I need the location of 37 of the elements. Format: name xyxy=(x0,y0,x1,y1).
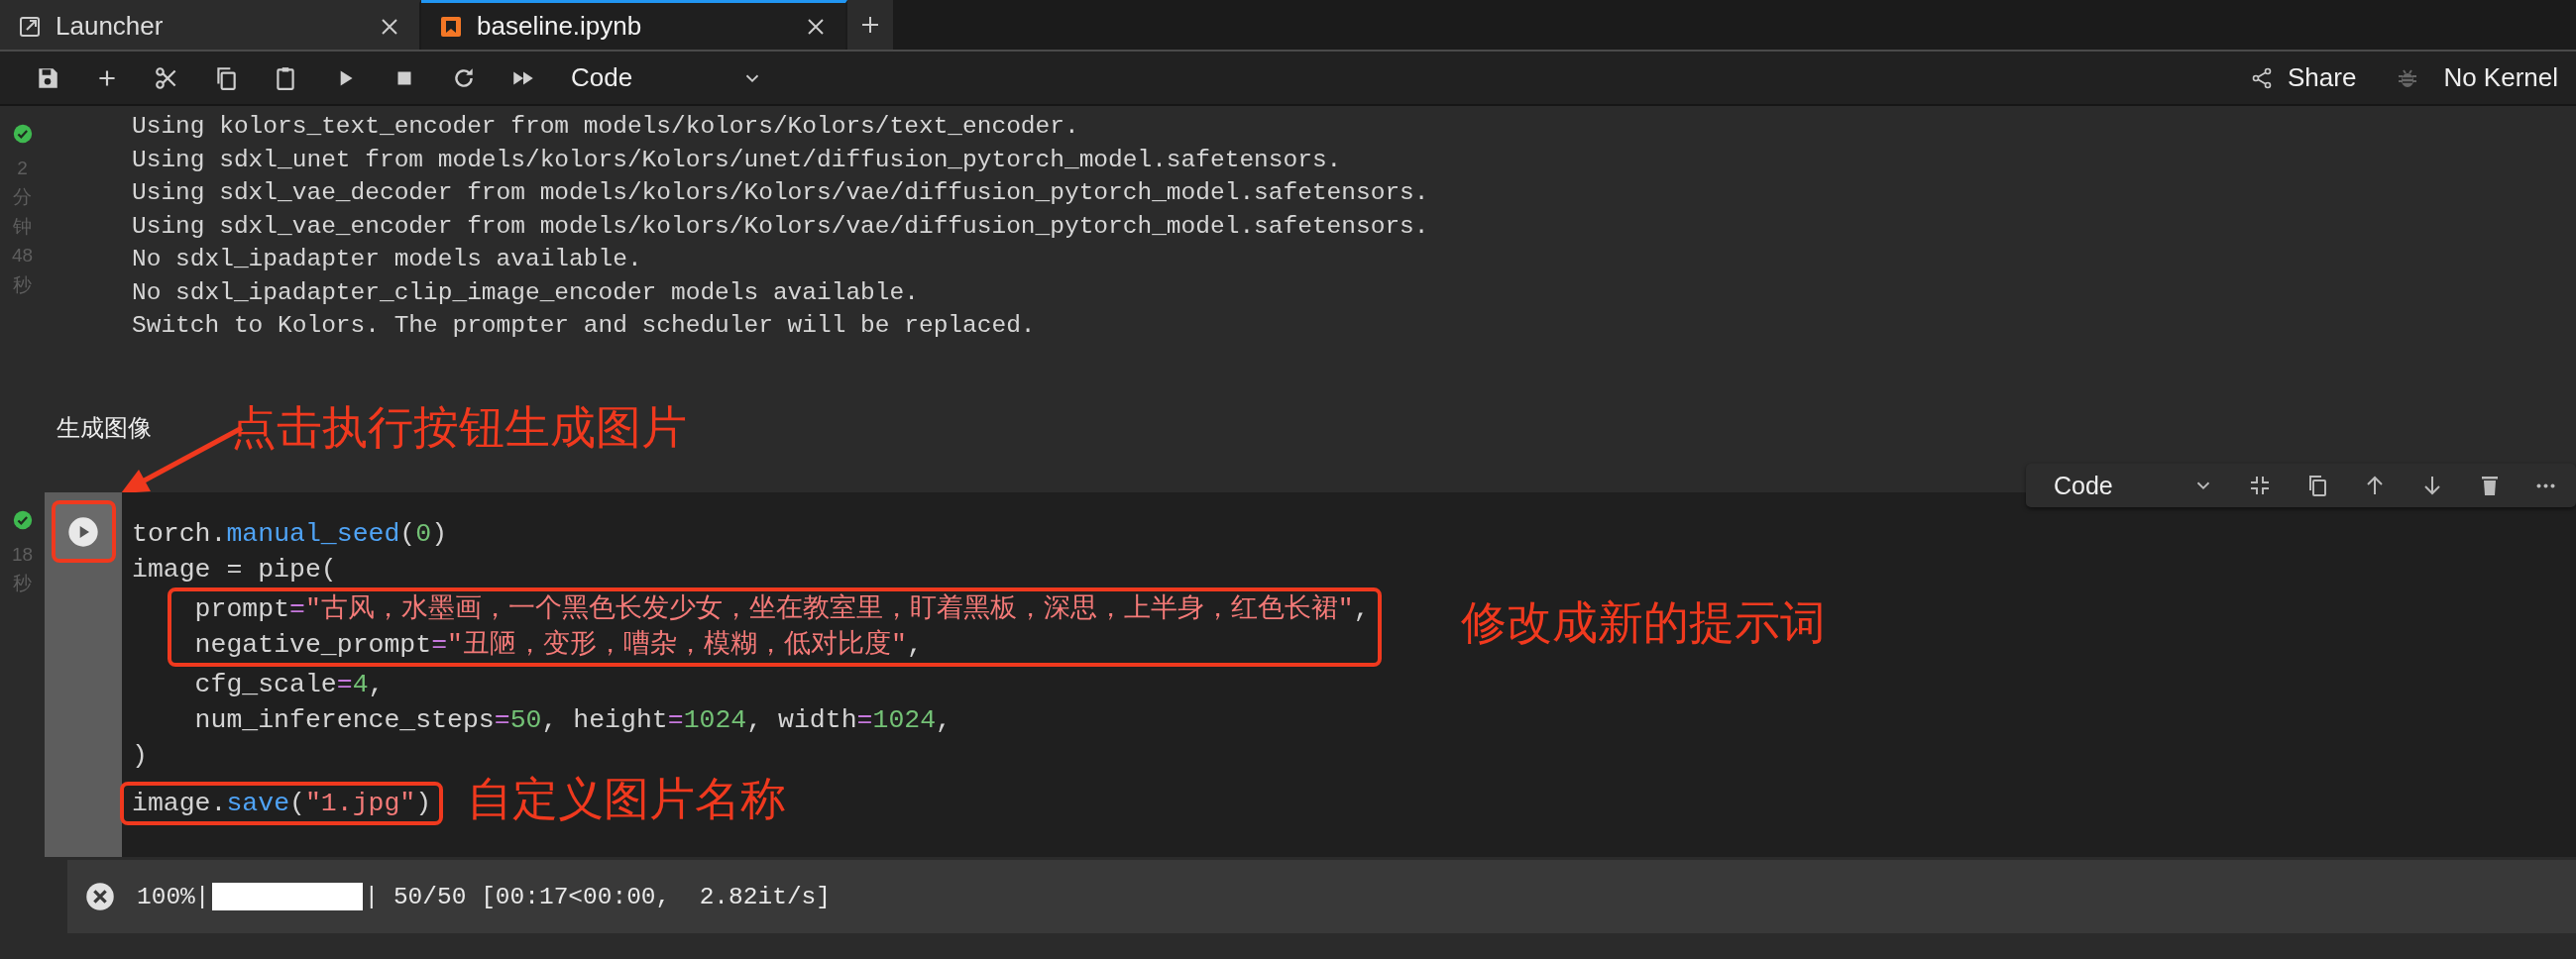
new-tab-button[interactable] xyxy=(847,0,893,50)
annotation-text: 修改成新的提示词 xyxy=(1460,598,1826,655)
code-line: torch.manual_seed(0) xyxy=(132,518,449,551)
annotation-text: 点击执行按钮生成图片 xyxy=(231,400,687,456)
clear-output-button[interactable] xyxy=(85,882,115,911)
tab[interactable]: Launcher xyxy=(0,0,421,50)
progress-stats: | 50/50 [00:17<00:00, 2.82it/s] xyxy=(364,883,831,910)
run-button[interactable] xyxy=(51,500,116,563)
markdown-heading: 生成图像 xyxy=(56,413,152,443)
code-line: ) xyxy=(132,740,149,773)
code-line: cfg_scale=4, xyxy=(193,669,386,701)
progress-percent: 100%| xyxy=(137,883,210,910)
output-line: No sdxl_ipadapter_clip_image_encoder models available. xyxy=(132,277,920,308)
output-line: Using sdxl_unet from models/kolors/Kolors/unet/diffusion_pytorch_model.safetensors. xyxy=(132,145,1343,175)
code-line: negative_prompt="丑陋，变形，嘈杂，模糊，低对比度", xyxy=(193,628,924,662)
more-icon xyxy=(2534,482,2556,488)
code-line: image.save("1.jpg") xyxy=(132,787,432,820)
output-line: No sdxl_ipadapter models available. xyxy=(132,245,643,274)
output-line: Using kolors_text_encoder from models/kolors/Kolors/text_encoder. xyxy=(132,112,1080,142)
notebook-icon xyxy=(439,14,463,39)
output-line: Using sdxl_vae_decoder from models/kolors/Kolors/vae/diffusion_pytorch_model.safetensors. xyxy=(132,178,1430,208)
cell-type-dropdown[interactable]: Code xyxy=(2054,471,2214,500)
share-button[interactable]: Share xyxy=(2244,61,2363,94)
tab[interactable]: baseline.ipynb xyxy=(421,0,847,50)
launch-icon xyxy=(18,14,42,39)
play-icon xyxy=(67,515,99,548)
kernel-status[interactable]: No Kernel xyxy=(2443,62,2558,93)
output-line: Switch to Kolors. The prompter and scheduler will be replaced. xyxy=(132,311,1037,341)
output-line: Using sdxl_vae_encoder from models/kolors/Kolors/vae/diffusion_pytorch_model.safetensors. xyxy=(132,211,1430,242)
code-line: prompt="古风，水墨画，一个黑色长发少女，坐在教室里，盯着黑板，深思，上半身，红色长裙", xyxy=(193,592,1370,626)
cell-type-dropdown[interactable]: Code xyxy=(565,62,770,93)
share-icon xyxy=(2250,65,2274,90)
code-line: image = pipe( xyxy=(132,554,338,586)
annotation-text: 自定义图片名称 xyxy=(467,775,787,830)
more-button[interactable] xyxy=(2534,482,2556,488)
close-icon xyxy=(85,882,115,911)
code-line: num_inference_steps=50, height=1024, width=1024, xyxy=(193,704,952,737)
